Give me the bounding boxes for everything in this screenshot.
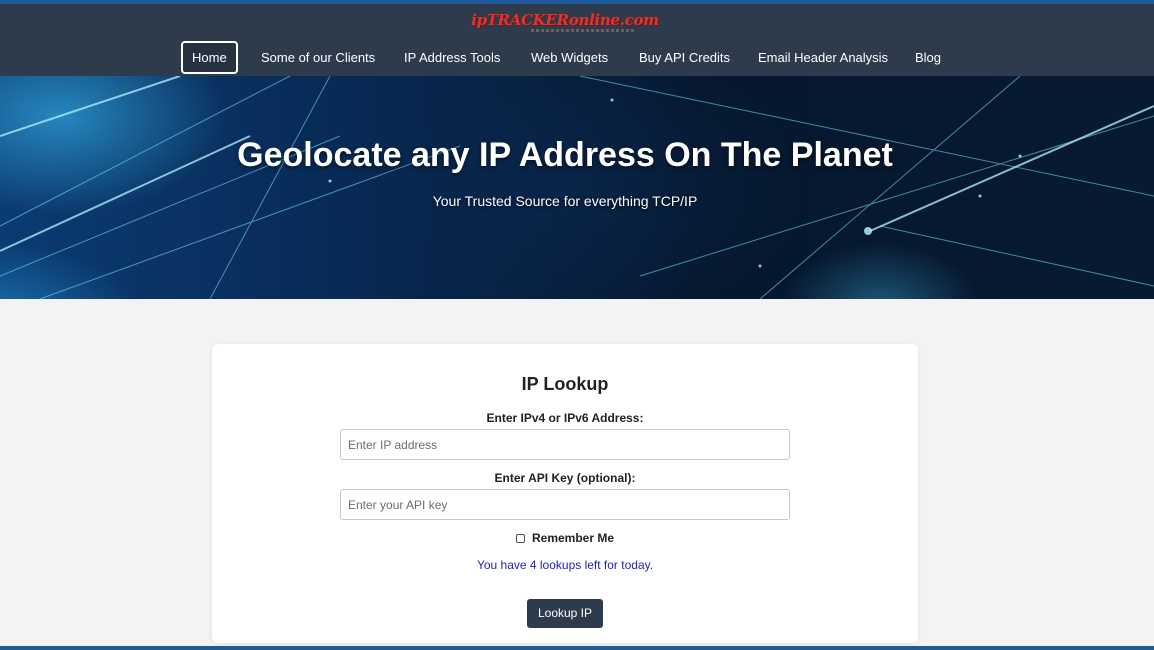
nav-home[interactable]: Home — [181, 41, 238, 74]
nav-web-widgets[interactable]: Web Widgets — [531, 41, 608, 74]
api-key-input[interactable] — [340, 489, 790, 520]
ip-lookup-title: IP Lookup — [521, 374, 609, 394]
logo-tagline-decoration — [531, 29, 635, 32]
remember-me-row[interactable]: Remember Me — [212, 531, 918, 545]
api-key-label: Enter API Key (optional): — [494, 471, 636, 485]
lookup-ip-button[interactable]: Lookup IP — [527, 599, 603, 628]
nav-buy-api-credits[interactable]: Buy API Credits — [639, 41, 730, 74]
nav-blog[interactable]: Blog — [915, 41, 941, 74]
nav-email-header-analysis[interactable]: Email Header Analysis — [758, 41, 888, 74]
site-header: ipTRACKERonline.com Home Some of our Cli… — [0, 4, 1154, 76]
hero-subtitle: Your Trusted Source for everything TCP/I… — [432, 193, 698, 209]
ip-address-label: Enter IPv4 or IPv6 Address: — [486, 411, 644, 425]
nav-clients[interactable]: Some of our Clients — [261, 41, 375, 74]
remember-me-label[interactable]: Remember Me — [532, 531, 614, 545]
logo-text[interactable]: ipTRACKERonline.com — [471, 11, 659, 29]
ip-lookup-card: IP Lookup Enter IPv4 or IPv6 Address: En… — [212, 344, 918, 643]
remember-me-checkbox[interactable] — [515, 534, 525, 543]
ip-address-input[interactable] — [340, 429, 790, 460]
hero-title: Geolocate any IP Address On The Planet — [237, 136, 893, 174]
hero-banner: Geolocate any IP Address On The Planet Y… — [0, 76, 1154, 299]
bottom-accent-bar — [0, 646, 1154, 650]
hero-network-graphic — [0, 76, 1154, 299]
lookups-remaining-message: You have 4 lookups left for today. — [476, 558, 654, 572]
nav-ip-address-tools[interactable]: IP Address Tools — [404, 41, 500, 74]
site-logo[interactable]: ipTRACKERonline.com — [0, 11, 1130, 30]
